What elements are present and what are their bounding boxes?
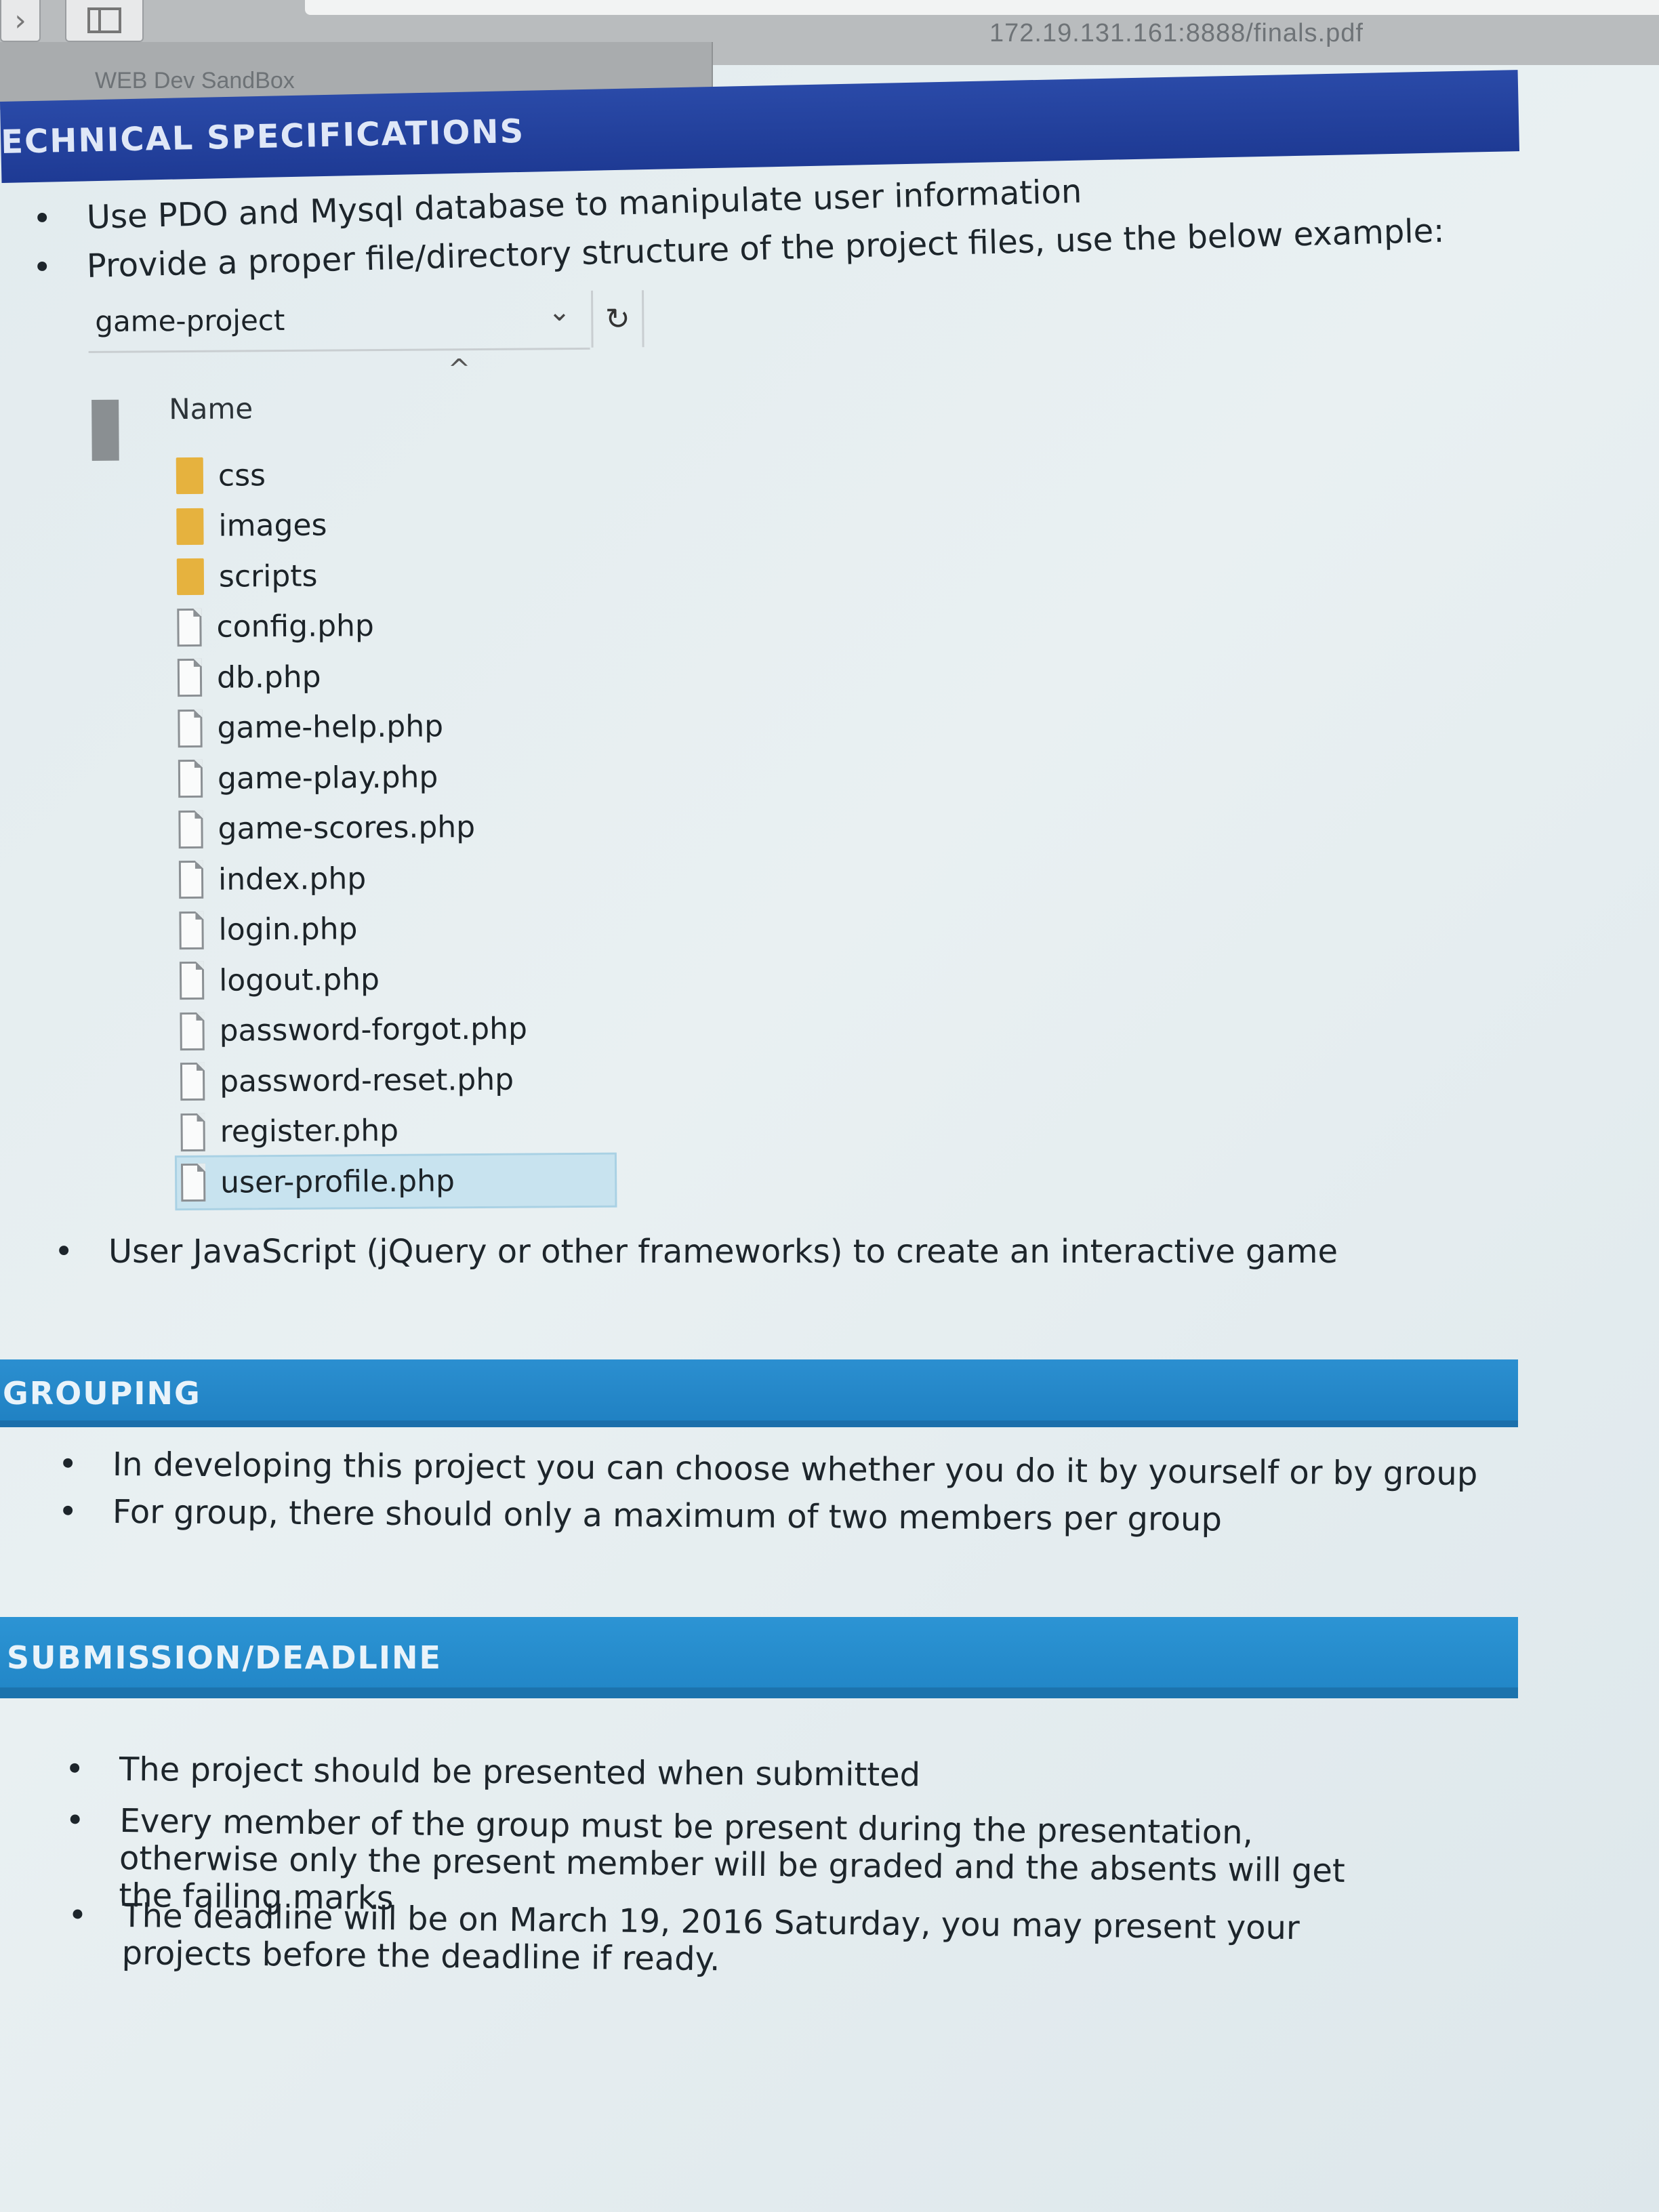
sort-caret-icon: ^: [447, 354, 471, 386]
file-icon: [178, 810, 203, 848]
path-bar[interactable]: game-project ⌄: [88, 287, 590, 353]
file-icon: [178, 760, 203, 798]
refresh-button[interactable]: ↻: [591, 290, 644, 348]
file-row[interactable]: password-reset.php: [180, 1054, 615, 1107]
file-name: db.php: [216, 659, 321, 695]
file-icon: [180, 1113, 205, 1151]
tab-title: WEB Dev SandBox: [95, 68, 295, 94]
chevron-down-icon[interactable]: ⌄: [548, 296, 571, 327]
file-name: scripts: [218, 558, 318, 594]
sidebar-toggle-button[interactable]: [65, 0, 144, 42]
bullet-dot: •: [58, 1445, 78, 1483]
file-icon: [179, 962, 205, 1000]
file-name: login.php: [218, 912, 358, 947]
bullet-dot: •: [65, 1801, 85, 1840]
file-row[interactable]: game-play.php: [178, 751, 613, 804]
bullet-dot: •: [54, 1233, 74, 1271]
bullet-dot: •: [58, 1492, 78, 1531]
file-name: register.php: [220, 1113, 399, 1149]
section-header-submission: SUBMISSION/DEADLINE: [0, 1617, 1518, 1698]
file-row[interactable]: register.php: [180, 1104, 615, 1158]
list-item: • In developing this project you can cho…: [58, 1443, 1478, 1495]
bullet-text: User JavaScript (jQuery or other framewo…: [108, 1233, 1338, 1271]
bullet-text: The project should be presented when sub…: [119, 1750, 921, 1795]
file-name: config.php: [216, 609, 375, 644]
bullet-dot: •: [32, 248, 53, 287]
folder-icon: [176, 508, 204, 545]
file-name: password-reset.php: [219, 1062, 514, 1099]
file-icon: [178, 861, 204, 899]
file-icon: [177, 608, 202, 647]
file-name: logout.php: [218, 962, 380, 998]
folder-row[interactable]: scripts: [176, 549, 611, 602]
file-explorer: game-project ⌄ ↻ ^ Name css images scripts…: [88, 287, 773, 1220]
folder-row[interactable]: css: [176, 448, 611, 501]
url-text[interactable]: 172.19.131.161:8888/finals.pdf: [989, 19, 1364, 48]
sidebar-icon: [87, 7, 121, 33]
column-header-name[interactable]: Name: [169, 392, 253, 426]
file-name: css: [218, 457, 266, 493]
file-row[interactable]: index.php: [178, 852, 613, 905]
list-item: • For group, there should only a maximum…: [58, 1491, 1223, 1541]
back-button[interactable]: ›: [0, 0, 41, 42]
file-row[interactable]: password-forgot.php: [180, 1003, 614, 1057]
bullet-dot: •: [64, 1750, 85, 1788]
file-icon: [180, 1012, 205, 1050]
folder-icon: [176, 558, 205, 596]
file-row[interactable]: login.php: [179, 902, 613, 956]
file-name: game-play.php: [217, 760, 438, 796]
file-row[interactable]: logout.php: [179, 953, 614, 1006]
section-header-grouping: GROUPING: [0, 1359, 1518, 1427]
bullet-text: For group, there should only a maximum o…: [112, 1493, 1223, 1539]
back-icon: ›: [14, 3, 26, 38]
file-list: css images scripts config.php db.php game-hel…: [174, 448, 617, 1210]
file-row[interactable]: db.php: [177, 650, 612, 703]
file-icon: [178, 709, 203, 747]
file-icon: [179, 911, 204, 949]
bullet-text: In developing this project you can choos…: [112, 1446, 1478, 1494]
file-row[interactable]: user-profile.php: [174, 1152, 617, 1210]
address-bar[interactable]: [305, 0, 1659, 15]
list-item: • User JavaScript (jQuery or other frame…: [54, 1231, 1338, 1273]
bullet-dot: •: [32, 199, 53, 239]
file-name: images: [218, 508, 327, 544]
file-name: game-scores.php: [218, 810, 476, 846]
file-name: user-profile.php: [220, 1164, 455, 1200]
list-item: • The project should be presented when s…: [65, 1748, 921, 1797]
file-name: password-forgot.php: [219, 1011, 528, 1048]
file-name: game-help.php: [217, 709, 444, 745]
refresh-icon: ↻: [605, 301, 630, 337]
file-row[interactable]: game-help.php: [178, 700, 612, 754]
folder-icon: [176, 457, 204, 495]
file-row[interactable]: config.php: [177, 599, 611, 653]
folder-row[interactable]: images: [176, 498, 611, 552]
column-marker: [91, 399, 119, 461]
file-name: index.php: [218, 861, 367, 897]
bullet-dot: •: [68, 1896, 87, 1935]
list-item: • The deadline will be on March 19, 2016…: [68, 1896, 1437, 1986]
file-icon: [180, 1063, 205, 1101]
path-text: game-project: [95, 303, 285, 338]
file-icon: [180, 1164, 206, 1202]
bullet-text: The deadline will be on March 19, 2016 S…: [121, 1897, 1300, 1979]
file-icon: [177, 659, 203, 697]
file-row[interactable]: game-scores.php: [178, 801, 613, 855]
